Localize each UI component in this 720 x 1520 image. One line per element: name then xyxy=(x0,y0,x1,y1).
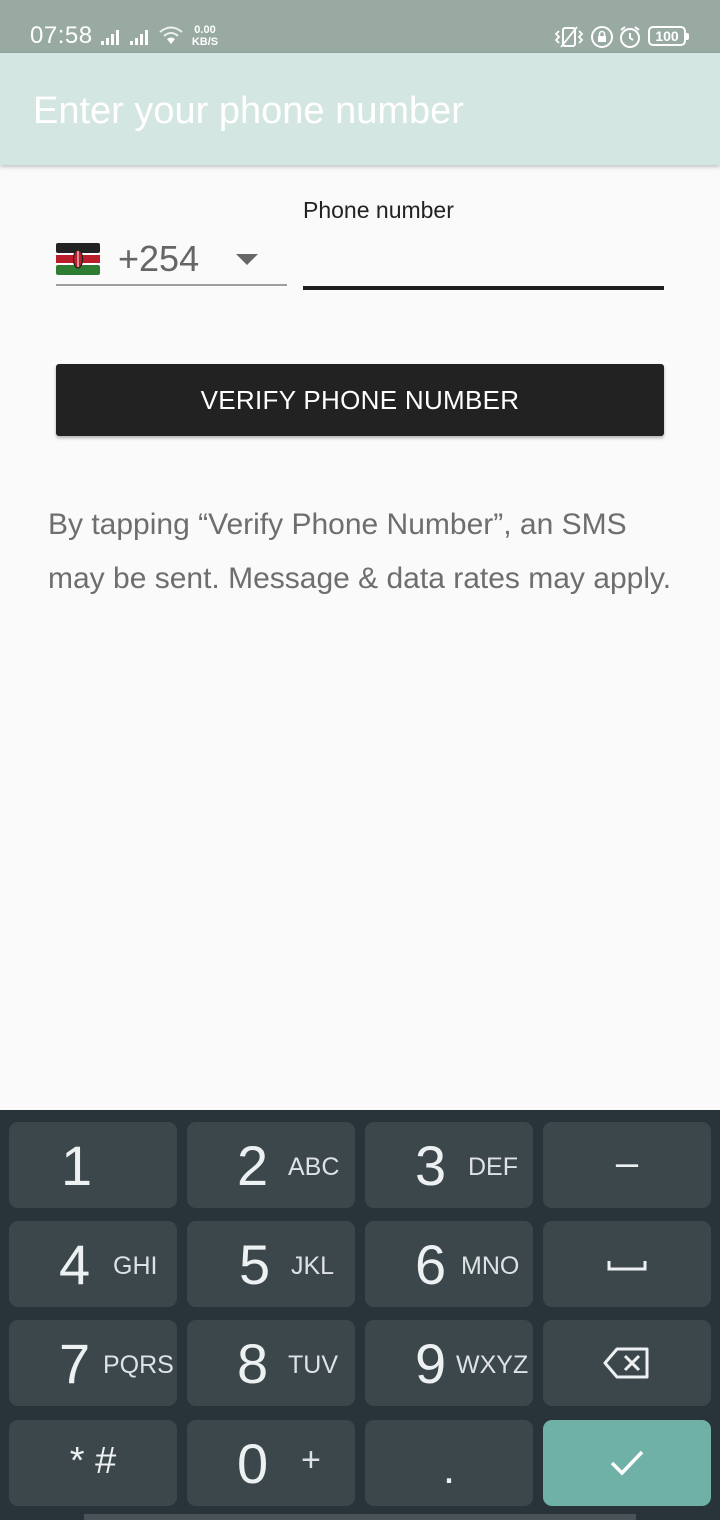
period-symbol: . xyxy=(442,1444,456,1493)
key-digit: 4 xyxy=(59,1233,91,1296)
key-done[interactable] xyxy=(543,1420,711,1506)
star-hash-symbol: * # xyxy=(69,1440,117,1482)
key-letters: MNO xyxy=(461,1252,520,1280)
numeric-keypad: 1 2 ABC 3 DEF – 4 GHI 5 JKL 6 MNO 7 PQRS… xyxy=(0,1110,720,1520)
key-1[interactable]: 1 xyxy=(9,1122,177,1208)
country-code-dropdown[interactable]: +254 xyxy=(56,232,287,286)
vibrate-icon xyxy=(554,26,584,48)
minus-symbol: – xyxy=(615,1141,639,1185)
key-space[interactable] xyxy=(543,1221,711,1307)
key-2[interactable]: 2 ABC xyxy=(187,1122,355,1208)
key-9[interactable]: 9 WXYZ xyxy=(365,1320,533,1406)
key-digit: 7 xyxy=(59,1332,91,1395)
kenya-flag-icon xyxy=(56,243,100,275)
phone-number-input[interactable] xyxy=(303,234,664,290)
key-digit: 1 xyxy=(61,1134,93,1197)
key-8[interactable]: 8 TUV xyxy=(187,1320,355,1406)
phone-number-label: Phone number xyxy=(303,197,454,223)
key-period[interactable]: . xyxy=(365,1420,533,1506)
key-digit: 9 xyxy=(415,1332,447,1395)
key-digit: 3 xyxy=(415,1134,447,1197)
wifi-icon xyxy=(159,26,183,44)
verify-phone-button[interactable]: VERIFY PHONE NUMBER xyxy=(56,364,664,436)
checkmark-icon xyxy=(610,1450,644,1476)
network-speed: 0.00 KB/S xyxy=(190,24,220,48)
key-digit: 8 xyxy=(237,1332,269,1395)
key-letters: JKL xyxy=(291,1252,335,1280)
key-letters: TUV xyxy=(288,1351,338,1379)
status-bar: 07:58 0.00 KB/S 100 xyxy=(0,0,720,53)
key-7[interactable]: 7 PQRS xyxy=(9,1320,177,1406)
rotation-lock-icon xyxy=(591,26,613,48)
key-0[interactable]: 0 + xyxy=(187,1420,355,1506)
key-backspace[interactable] xyxy=(543,1320,711,1406)
app-bar: Enter your phone number xyxy=(0,53,720,165)
key-5[interactable]: 5 JKL xyxy=(187,1221,355,1307)
key-letters: DEF xyxy=(468,1153,518,1181)
key-letters: GHI xyxy=(113,1252,158,1280)
navigation-strip xyxy=(84,1514,636,1520)
key-digit: 0 xyxy=(237,1432,269,1495)
status-time: 07:58 xyxy=(30,22,93,49)
key-digit: 2 xyxy=(237,1134,269,1197)
key-3[interactable]: 3 DEF xyxy=(365,1122,533,1208)
backspace-icon xyxy=(603,1347,649,1379)
network-speed-value: 0.00 xyxy=(194,24,216,36)
page-title: Enter your phone number xyxy=(33,90,464,132)
key-digit: 5 xyxy=(239,1233,271,1296)
signal-icon xyxy=(130,30,148,45)
key-letters: ABC xyxy=(288,1153,340,1181)
signal-icon xyxy=(101,30,119,45)
dropdown-arrow-icon xyxy=(236,254,258,265)
sms-disclaimer: By tapping “Verify Phone Number”, an SMS… xyxy=(48,508,672,595)
key-letters: WXYZ xyxy=(456,1351,529,1379)
network-speed-unit: KB/S xyxy=(191,36,219,48)
key-letters: + xyxy=(301,1441,321,1479)
key-6[interactable]: 6 MNO xyxy=(365,1221,533,1307)
key-minus[interactable]: – xyxy=(543,1122,711,1208)
space-icon xyxy=(607,1261,647,1271)
battery-icon: 100 xyxy=(648,26,689,46)
key-digit: 6 xyxy=(415,1233,447,1296)
key-4[interactable]: 4 GHI xyxy=(9,1221,177,1307)
country-code: +254 xyxy=(118,238,200,279)
key-letters: PQRS xyxy=(103,1351,174,1379)
alarm-icon xyxy=(620,26,640,48)
key-star-hash[interactable]: * # xyxy=(9,1420,177,1506)
